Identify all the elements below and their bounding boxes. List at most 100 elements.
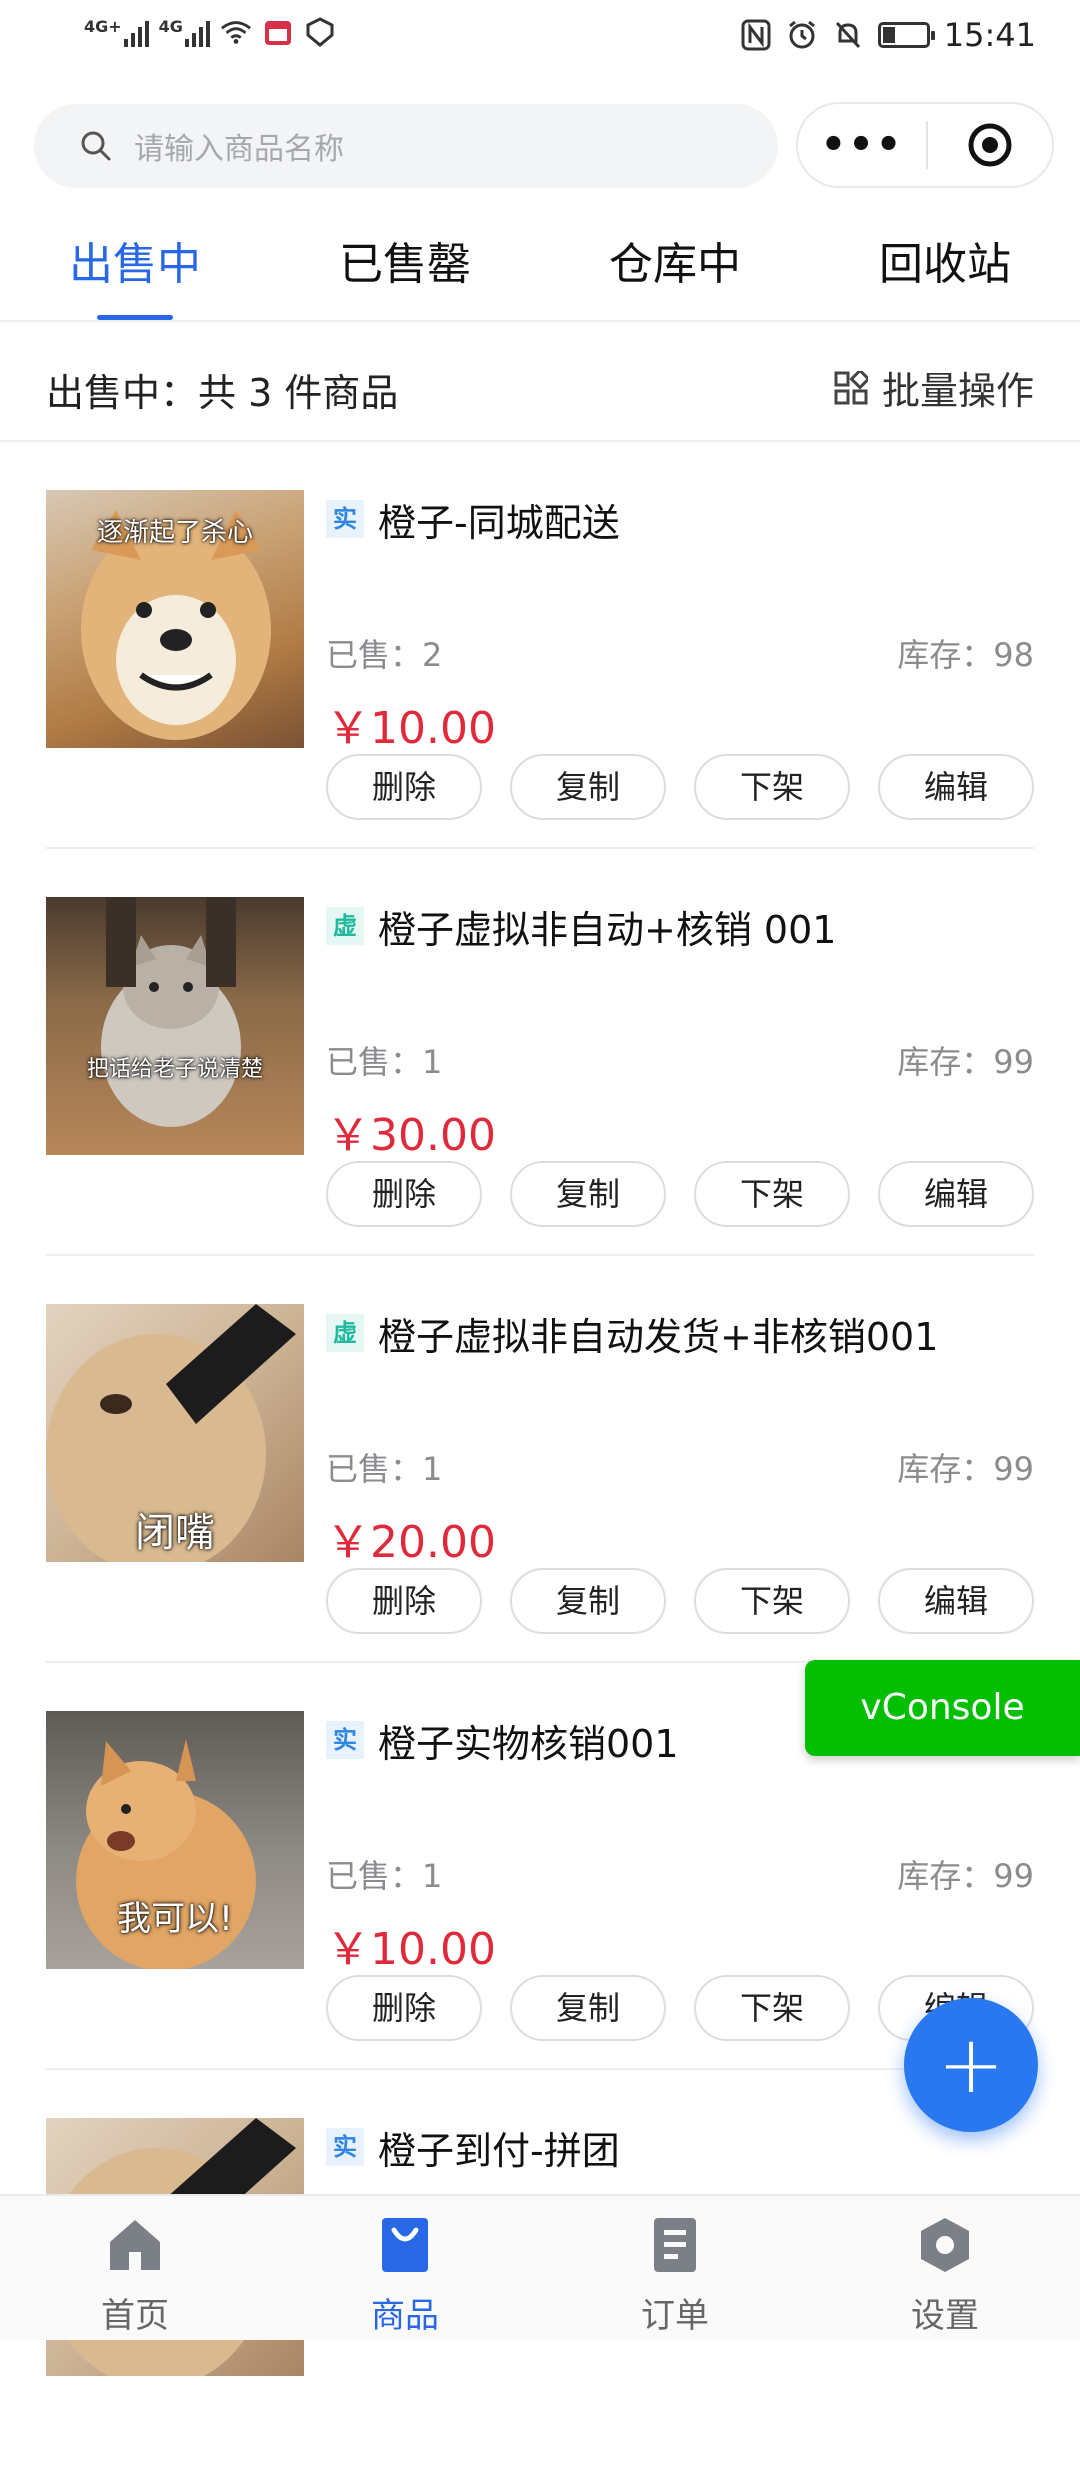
action-buttons: 删除 复制 下架 编辑 <box>326 1161 1034 1227</box>
product-item[interactable]: 闭嘴 虚 橙子虚拟非自动发货+非核销001 已售：1 库存：99 ￥20.00 … <box>0 1256 1080 1663</box>
image-caption: 闭嘴 <box>135 1510 215 1556</box>
clock: 15:41 <box>943 16 1036 54</box>
sold-count: 已售：2 <box>326 636 443 674</box>
signal-icon <box>123 17 149 47</box>
product-title: 橙子-同城配送 <box>378 501 620 545</box>
delete-button[interactable]: 删除 <box>326 1568 482 1634</box>
copy-button[interactable]: 复制 <box>510 1568 666 1634</box>
sold-count: 已售：1 <box>326 1043 443 1081</box>
action-buttons: 删除 复制 下架 编辑 <box>326 1568 1034 1634</box>
nav-label: 首页 <box>101 2296 169 2336</box>
add-product-button[interactable]: + <box>904 1998 1038 2132</box>
delete-button[interactable]: 删除 <box>326 1975 482 2041</box>
bag-icon <box>382 2218 428 2272</box>
nfc-icon <box>740 19 772 51</box>
product-title: 橙子虚拟非自动+核销 001 <box>378 908 837 952</box>
status-tabs: 出售中 已售罄 仓库中 回收站 <box>0 222 1080 322</box>
edit-button[interactable]: 编辑 <box>878 1161 1034 1227</box>
cat-illustration <box>101 897 241 1127</box>
product-image: 我可以! <box>46 1711 304 1969</box>
sold-count: 已售：1 <box>326 1857 443 1895</box>
status-left: 4G+ 4G <box>84 16 336 48</box>
tab-warehouse[interactable]: 仓库中 <box>540 222 810 320</box>
nav-label: 订单 <box>641 2296 709 2336</box>
home-icon <box>110 2220 160 2270</box>
product-item[interactable]: 把话给老子说清楚 虚 橙子虚拟非自动+核销 001 已售：1 库存：99 ￥30… <box>0 849 1080 1256</box>
off-shelf-button[interactable]: 下架 <box>694 1161 850 1227</box>
status-bar: 4G+ 4G 15:41 <box>0 0 1080 84</box>
nav-orders[interactable]: 订单 <box>540 2196 810 2340</box>
copy-button[interactable]: 复制 <box>510 1161 666 1227</box>
copy-button[interactable]: 复制 <box>510 1975 666 2041</box>
product-title: 橙子虚拟非自动发货+非核销001 <box>378 1315 939 1359</box>
physical-tag: 实 <box>326 2128 364 2166</box>
bottom-navigation: 首页 商品 订单 设置 <box>0 2194 1080 2340</box>
tab-recycle-bin[interactable]: 回收站 <box>810 222 1080 320</box>
tab-sold-out[interactable]: 已售罄 <box>270 222 540 320</box>
product-image: 闭嘴 <box>46 1304 304 1562</box>
nav-products[interactable]: 商品 <box>270 2196 540 2340</box>
nav-home[interactable]: 首页 <box>0 2196 270 2340</box>
signal-icon-2 <box>184 17 210 47</box>
physical-tag: 实 <box>326 1721 364 1759</box>
product-count: 出售中：共 3 件商品 <box>46 371 399 415</box>
product-price: ￥30.00 <box>326 1110 496 1161</box>
target-icon <box>968 123 1012 167</box>
grid-icon <box>834 370 868 404</box>
sold-count: 已售：1 <box>326 1450 443 1488</box>
batch-operation-label: 批量操作 <box>881 369 1034 413</box>
product-title: 橙子到付-拼团 <box>378 2129 620 2173</box>
search-placeholder: 请输入商品名称 <box>134 132 344 167</box>
network-type-1: 4G+ <box>84 16 122 36</box>
close-button[interactable] <box>928 121 1052 169</box>
virtual-tag: 虚 <box>326 1314 364 1352</box>
virtual-tag: 虚 <box>326 907 364 945</box>
tab-on-sale[interactable]: 出售中 <box>0 222 270 320</box>
product-title: 橙子实物核销001 <box>378 1722 679 1766</box>
off-shelf-button[interactable]: 下架 <box>694 754 850 820</box>
stock-count: 库存：99 <box>897 1450 1034 1488</box>
image-caption: 把话给老子说清楚 <box>86 1057 263 1082</box>
product-price: ￥10.00 <box>326 1924 496 1975</box>
image-caption: 逐渐起了杀心 <box>96 518 253 548</box>
order-icon <box>654 2218 696 2272</box>
delete-button[interactable]: 删除 <box>326 754 482 820</box>
delete-button[interactable]: 删除 <box>326 1161 482 1227</box>
network-type-2: 4G <box>158 16 183 36</box>
wifi-icon <box>220 16 252 48</box>
more-button[interactable]: ••• <box>798 122 926 168</box>
batch-operation-button[interactable]: 批量操作 <box>834 360 1034 415</box>
calendar-icon <box>262 16 294 48</box>
copy-button[interactable]: 复制 <box>510 754 666 820</box>
alarm-icon <box>786 19 818 51</box>
off-shelf-button[interactable]: 下架 <box>694 1568 850 1634</box>
product-image: 把话给老子说清楚 <box>46 897 304 1155</box>
nav-label: 设置 <box>911 2296 979 2336</box>
settings-icon <box>921 2218 969 2272</box>
off-shelf-button[interactable]: 下架 <box>694 1975 850 2041</box>
edit-button[interactable]: 编辑 <box>878 754 1034 820</box>
image-caption: 我可以! <box>117 1899 233 1939</box>
product-item[interactable]: 逐渐起了杀心 实 橙子-同城配送 已售：2 库存：98 ￥10.00 删除 复制… <box>0 442 1080 849</box>
product-price: ￥10.00 <box>326 703 496 754</box>
vconsole-button[interactable]: vConsole <box>805 1660 1080 1756</box>
nav-settings[interactable]: 设置 <box>810 2196 1080 2340</box>
physical-tag: 实 <box>326 500 364 538</box>
product-price: ￥20.00 <box>326 1517 496 1568</box>
count-bar: 出售中：共 3 件商品 批量操作 <box>0 322 1080 442</box>
plus-icon: + <box>937 2018 1005 2111</box>
search-icon <box>81 131 111 161</box>
product-list: 逐渐起了杀心 实 橙子-同城配送 已售：2 库存：98 ￥10.00 删除 复制… <box>0 442 1080 2477</box>
mini-program-capsule: ••• <box>796 102 1054 188</box>
stock-count: 库存：99 <box>897 1857 1034 1895</box>
stock-count: 库存：99 <box>897 1043 1034 1081</box>
edit-button[interactable]: 编辑 <box>878 1568 1034 1634</box>
action-buttons: 删除 复制 下架 编辑 <box>326 754 1034 820</box>
status-right: 15:41 <box>740 16 1036 54</box>
search-input[interactable]: 请输入商品名称 <box>34 104 778 188</box>
stock-count: 库存：98 <box>897 636 1034 674</box>
shield-icon <box>304 16 336 48</box>
nav-label: 商品 <box>371 2296 439 2336</box>
battery-icon <box>877 22 935 48</box>
product-image: 逐渐起了杀心 <box>46 490 304 748</box>
